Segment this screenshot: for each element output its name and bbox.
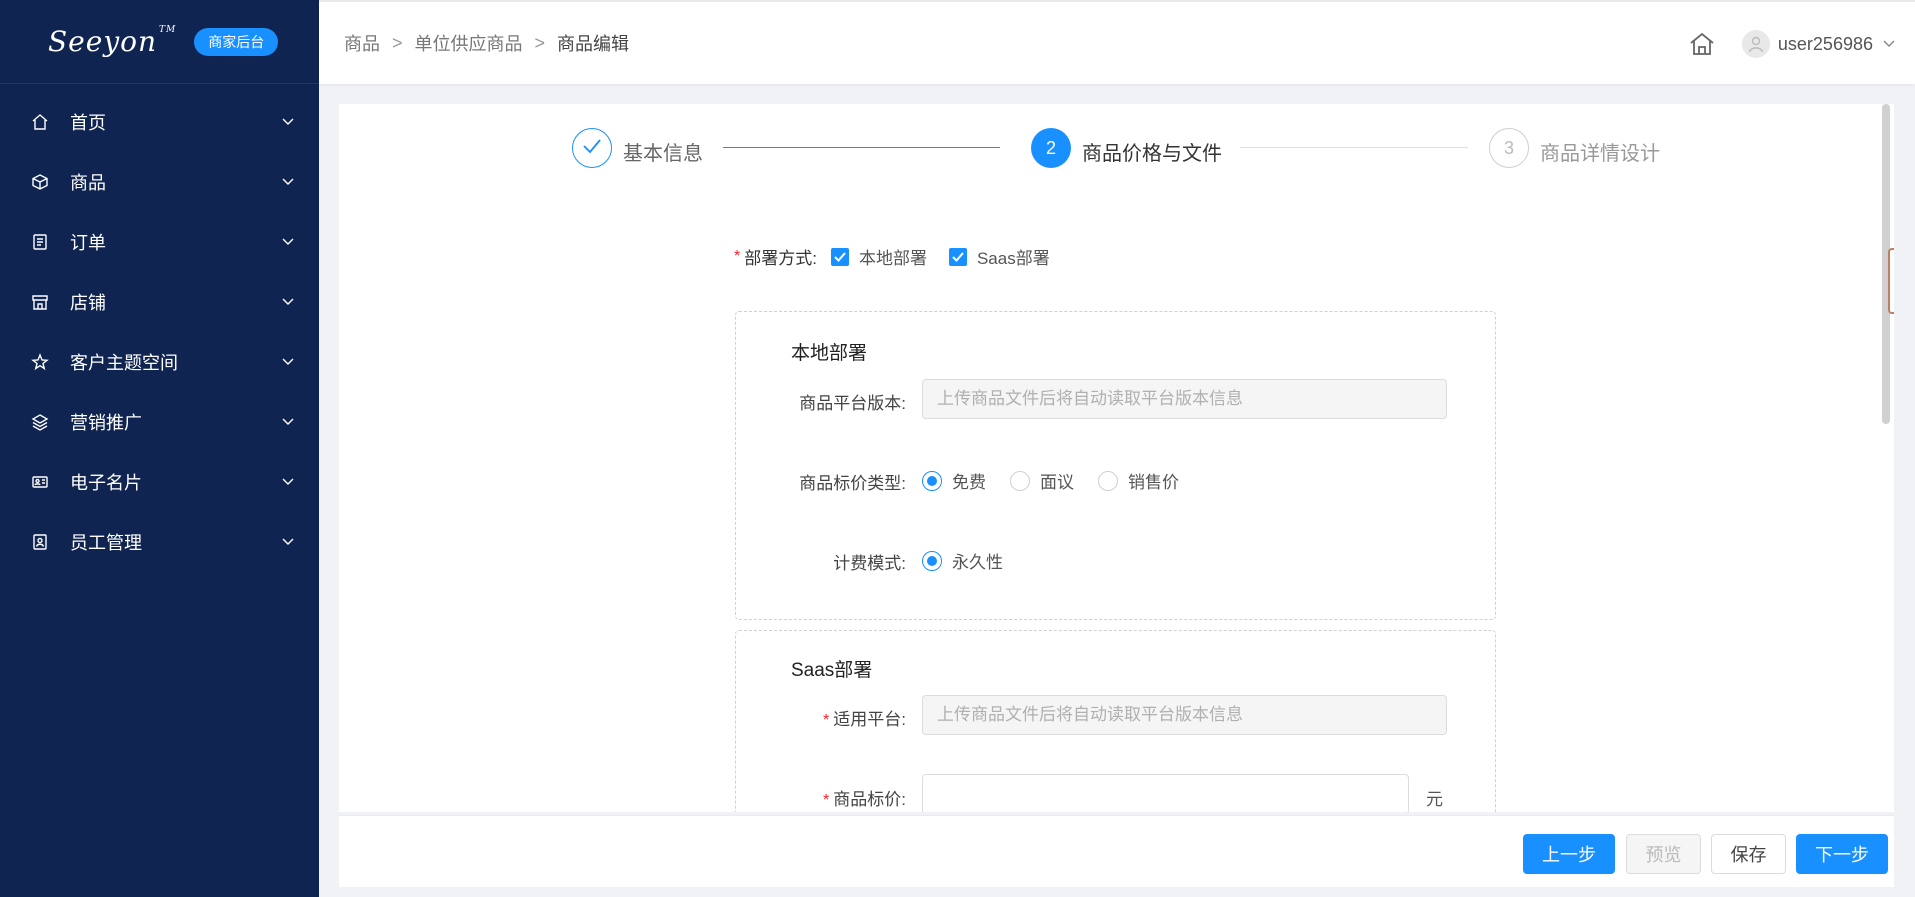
required-mark: * xyxy=(823,792,830,809)
chevron-down-icon[interactable] xyxy=(1883,35,1895,53)
local-deploy-checkbox[interactable] xyxy=(830,247,849,266)
breadcrumb-item-unit-supply[interactable]: 单位供应商品 xyxy=(415,30,523,56)
prev-step-button[interactable]: 上一步 xyxy=(1523,834,1615,874)
step-2-circle[interactable]: 2 xyxy=(1031,128,1071,168)
avatar[interactable] xyxy=(1741,30,1770,58)
sidebar-item-label: 商品 xyxy=(70,173,106,193)
sidebar-item-products[interactable]: 商品 xyxy=(0,152,319,212)
price-unit: 元 xyxy=(1426,790,1443,809)
billing-mode-radio-group: 永久性 xyxy=(922,548,1027,573)
price-type-sale-label[interactable]: 销售价 xyxy=(1128,468,1179,493)
sidebar-menu: 首页 商品 订单 店铺 客户主题空间 营销推广 电子名片 员工管理 xyxy=(0,92,319,572)
sidebar-item-label: 订单 xyxy=(70,233,106,253)
chevron-down-icon xyxy=(281,415,295,429)
price-type-label: 商品标价类型: xyxy=(799,474,906,493)
local-deploy-title: 本地部署 xyxy=(791,343,868,364)
step-connector-2 xyxy=(1240,147,1468,148)
save-button[interactable]: 保存 xyxy=(1711,834,1786,874)
sidebar-item-customer-space[interactable]: 客户主题空间 xyxy=(0,332,319,392)
price-type-radio-group: 免费 面议 销售价 xyxy=(922,468,1203,493)
breadcrumb-separator: > xyxy=(534,32,546,53)
breadcrumb-item-products[interactable]: 商品 xyxy=(344,30,380,56)
cube-icon xyxy=(30,172,50,192)
required-mark: * xyxy=(823,712,830,729)
saas-deploy-section: Saas部署 * 适用平台: 上传商品文件后将自动读取平台版本信息 * 商品标价: … xyxy=(735,630,1496,812)
preview-button[interactable]: 预览 xyxy=(1626,834,1701,874)
step-1-circle[interactable] xyxy=(572,128,612,168)
sidebar-item-label: 营销推广 xyxy=(70,413,142,433)
store-icon xyxy=(30,292,50,312)
header-user-area: user256986 xyxy=(1688,2,1895,86)
chevron-down-icon xyxy=(281,355,295,369)
check-icon xyxy=(582,138,602,159)
home-icon[interactable] xyxy=(1688,30,1716,58)
username[interactable]: user256986 xyxy=(1778,34,1873,55)
product-price-label: * 商品标价: xyxy=(823,790,906,809)
billing-mode-label: 计费模式: xyxy=(833,554,906,573)
chevron-down-icon xyxy=(281,115,295,129)
deploy-mode-label: 部署方式: xyxy=(744,249,817,268)
form-actions: 上一步 预览 保存 下一步 xyxy=(339,815,1894,887)
home-icon xyxy=(30,112,50,132)
next-step-button[interactable]: 下一步 xyxy=(1796,834,1888,874)
deploy-mode-row: * 部署方式: 本地部署 Saas部署 xyxy=(734,244,1050,269)
chevron-down-icon xyxy=(281,175,295,189)
chevron-down-icon xyxy=(281,475,295,489)
required-mark: * xyxy=(734,247,741,265)
local-deploy-section: 本地部署 商品平台版本: 上传商品文件后将自动读取平台版本信息 商品标价类型: … xyxy=(735,311,1496,620)
price-type-sale-radio[interactable] xyxy=(1098,470,1118,491)
saas-deploy-checkbox[interactable] xyxy=(948,247,967,266)
logo-bar: Seeyon TM 商家后台 xyxy=(0,0,319,84)
billing-permanent-label[interactable]: 永久性 xyxy=(952,548,1003,573)
logo-trademark: TM xyxy=(159,25,177,35)
sidebar-item-store[interactable]: 店铺 xyxy=(0,272,319,332)
breadcrumb: 商品 > 单位供应商品 > 商品编辑 xyxy=(344,30,629,56)
step-1-label[interactable]: 基本信息 xyxy=(623,137,703,166)
step-3-circle[interactable]: 3 xyxy=(1489,128,1529,168)
applicable-platform-input[interactable]: 上传商品文件后将自动读取平台版本信息 xyxy=(922,695,1447,735)
platform-version-label: 商品平台版本: xyxy=(799,394,906,413)
price-type-free-radio[interactable] xyxy=(922,470,942,491)
chevron-down-icon xyxy=(281,295,295,309)
sidebar-item-home[interactable]: 首页 xyxy=(0,92,319,152)
price-type-negotiable-radio[interactable] xyxy=(1010,470,1030,491)
sidebar-item-label: 首页 xyxy=(70,113,106,133)
sidebar-item-business-card[interactable]: 电子名片 xyxy=(0,452,319,512)
merchant-backend-badge: 商家后台 xyxy=(194,27,279,56)
sidebar: Seeyon TM 商家后台 首页 商品 订单 店铺 客户主题空间 营销推广 电… xyxy=(0,0,319,897)
step-3-label[interactable]: 商品详情设计 xyxy=(1540,137,1660,166)
sidebar-item-orders[interactable]: 订单 xyxy=(0,212,319,272)
breadcrumb-item-current: 商品编辑 xyxy=(557,34,630,54)
price-type-free-label[interactable]: 免费 xyxy=(952,468,986,493)
billing-permanent-radio[interactable] xyxy=(922,550,942,571)
logo[interactable]: Seeyon TM xyxy=(48,25,176,58)
side-drawer-handle[interactable] xyxy=(1888,248,1894,314)
local-deploy-label[interactable]: 本地部署 xyxy=(859,244,927,269)
sidebar-item-label: 电子名片 xyxy=(70,473,142,493)
star-icon xyxy=(30,352,50,372)
saas-deploy-title: Saas部署 xyxy=(791,660,873,681)
steps-indicator: 基本信息 2 商品价格与文件 3 商品详情设计 xyxy=(339,126,1894,170)
chevron-down-icon xyxy=(281,235,295,249)
breadcrumb-separator: > xyxy=(392,32,403,53)
saas-deploy-label[interactable]: Saas部署 xyxy=(977,244,1050,269)
layers-icon xyxy=(30,412,50,432)
sidebar-item-staff[interactable]: 员工管理 xyxy=(0,512,319,572)
chevron-down-icon xyxy=(281,535,295,549)
top-header: 商品 > 单位供应商品 > 商品编辑 user256986 xyxy=(319,0,1915,84)
card-icon xyxy=(30,472,50,492)
edit-form-card: 基本信息 2 商品价格与文件 3 商品详情设计 * 部署方式: 本地部署 Saa… xyxy=(339,104,1894,812)
staff-icon xyxy=(30,532,50,552)
sidebar-item-label: 员工管理 xyxy=(70,533,142,553)
price-type-negotiable-label[interactable]: 面议 xyxy=(1040,468,1074,493)
platform-version-input[interactable]: 上传商品文件后将自动读取平台版本信息 xyxy=(922,379,1447,419)
sidebar-item-label: 店铺 xyxy=(70,293,106,313)
applicable-platform-label: * 适用平台: xyxy=(823,710,906,729)
step-connector-1 xyxy=(723,147,1000,148)
sidebar-item-label: 客户主题空间 xyxy=(70,353,178,373)
product-price-input[interactable] xyxy=(922,774,1409,812)
order-icon xyxy=(30,232,50,252)
step-2-label[interactable]: 商品价格与文件 xyxy=(1082,137,1222,166)
sidebar-item-marketing[interactable]: 营销推广 xyxy=(0,392,319,452)
